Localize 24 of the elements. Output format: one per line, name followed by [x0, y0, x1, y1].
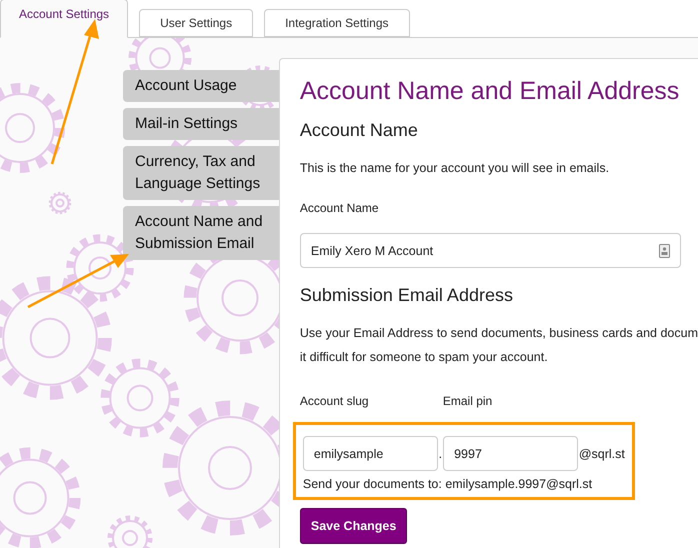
- description-text: This is the name for your account you will see in emails.: [300, 161, 610, 175]
- account-name-field[interactable]: Emily Xero M Account: [300, 233, 681, 268]
- section-heading: Account Name: [300, 120, 419, 141]
- tab[interactable]: Integration Settings: [264, 9, 410, 37]
- section-heading: Submission Email Address: [300, 285, 514, 306]
- sidebar-item[interactable]: Mail-in Settings: [123, 108, 279, 140]
- tab[interactable]: Account Settings: [0, 0, 128, 38]
- tab[interactable]: User Settings: [139, 9, 254, 37]
- sidebar-item[interactable]: Currency, Tax and Language Settings: [123, 146, 279, 200]
- field-label: Email pin: [442, 394, 492, 408]
- separator-text: .: [438, 447, 442, 463]
- sidebar-item[interactable]: Account Name and Submission Email: [123, 206, 279, 260]
- contact-card-icon: [658, 244, 670, 258]
- address-summary: Send your documents to: emilysample.9997@sqrl.st: [302, 477, 594, 491]
- description-text: it difficult for someone to spam your account.: [300, 350, 549, 364]
- panel-title: Account Name and Email Address: [300, 77, 680, 106]
- description-text: Use your Email Address to send documents, business cards and docum: [300, 326, 698, 340]
- field-label: Account slug: [300, 394, 370, 408]
- account-slug-field[interactable]: emilysample: [302, 436, 438, 471]
- email-pin-field[interactable]: 9997: [443, 436, 578, 471]
- sidebar-item[interactable]: Account Usage: [123, 70, 279, 102]
- save-button[interactable]: Save Changes: [300, 508, 408, 544]
- domain-text: @sqrl.st: [578, 447, 625, 463]
- field-label: Account Name: [300, 201, 379, 215]
